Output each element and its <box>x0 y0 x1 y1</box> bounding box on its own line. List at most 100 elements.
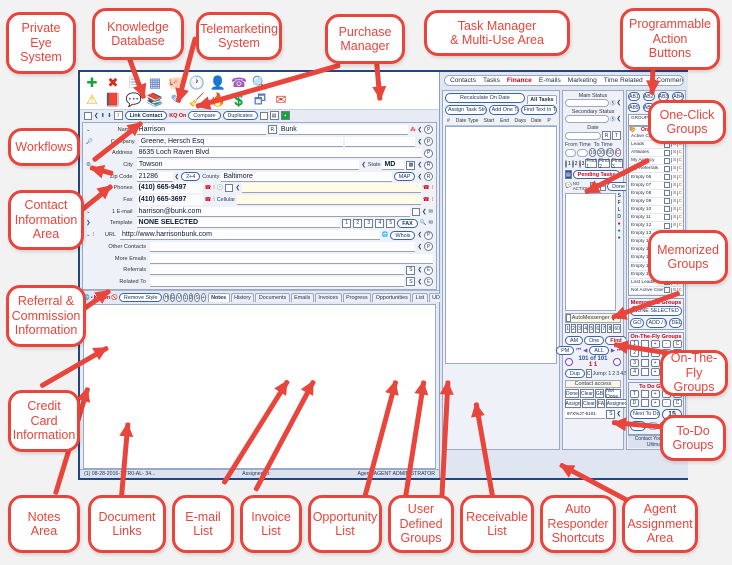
down-arrow-icon[interactable]: ⬇ <box>107 113 112 119</box>
dot-green[interactable]: ● <box>618 228 621 234</box>
group-c-button[interactable]: C <box>677 223 683 229</box>
template-chevron-icon[interactable]: ❯ <box>86 220 91 226</box>
s-button-1[interactable]: S <box>406 265 416 275</box>
date-r-button[interactable]: R <box>602 131 611 140</box>
phone-icon-1[interactable]: ☎ <box>205 185 212 191</box>
ar-7[interactable]: 7 <box>601 324 607 333</box>
input-related-to[interactable] <box>150 276 405 287</box>
group-checkbox[interactable] <box>664 149 670 156</box>
time-60-button[interactable]: 60 <box>605 148 614 157</box>
group-c-button[interactable]: C <box>677 190 683 196</box>
tab-notes[interactable]: Notes <box>207 293 230 303</box>
group-row[interactable]: Empty 12 S C <box>629 222 683 231</box>
find-3-button[interactable]: Find 3 <box>610 158 623 170</box>
p-button-1[interactable]: P <box>424 125 434 135</box>
phone-icon-3[interactable]: ☎ <box>205 197 212 203</box>
r-button-1[interactable]: R <box>424 160 433 170</box>
action-button-ab5[interactable]: AB5 <box>628 103 640 112</box>
envelope-small-icon[interactable]: ✉ <box>428 209 433 215</box>
to-do-checkbox[interactable] <box>641 399 649 408</box>
tab-documents[interactable]: Documents <box>255 293 290 303</box>
otf-checkbox[interactable] <box>641 358 649 367</box>
dup-button[interactable]: Dup <box>565 369 585 378</box>
memorized-go-button[interactable]: GO <box>630 317 644 328</box>
dots-icon-2[interactable]: ⁞ <box>432 185 434 191</box>
fax-button[interactable]: FAX <box>397 218 418 228</box>
date-input[interactable] <box>565 131 601 140</box>
tpl-2[interactable]: 2 <box>353 218 363 228</box>
camera-icon[interactable]: ▦ <box>146 74 164 90</box>
tpl-1[interactable]: 1 <box>342 218 352 228</box>
group-row[interactable]: Empty 10 S C <box>629 205 683 214</box>
input-phone-1[interactable]: (410) 665-9497 <box>136 183 203 194</box>
notes-area[interactable] <box>83 304 436 469</box>
tab-history[interactable]: History <box>230 293 255 303</box>
expand-chevron-icon[interactable]: ⌄ <box>86 127 91 133</box>
dots-icon-4[interactable]: ⁞ <box>432 197 434 203</box>
otf-plus-button[interactable]: + <box>650 339 660 348</box>
prev-arrow-icon[interactable]: ❮ <box>94 113 99 119</box>
group-row[interactable]: Empty 07 S C <box>629 181 683 190</box>
add-one-task-button[interactable]: Add One Task <box>488 105 519 115</box>
otf-plus-button[interactable]: + <box>650 368 660 377</box>
phone-checkbox[interactable] <box>225 184 234 193</box>
side-letter-d[interactable]: D <box>617 214 621 220</box>
p-button-2[interactable]: P <box>424 137 433 147</box>
radio-2[interactable] <box>571 159 574 168</box>
to-do-c-button[interactable]: C <box>672 399 682 408</box>
email-checkbox[interactable] <box>411 207 420 216</box>
ar-60[interactable]: 60 <box>613 324 621 333</box>
map-button[interactable]: MAP <box>393 172 416 182</box>
multi-use-list[interactable] <box>565 193 617 311</box>
to-do-index[interactable]: D <box>630 399 640 408</box>
pm-button[interactable]: PM <box>556 346 575 355</box>
tab-emails[interactable]: Emails <box>290 293 314 303</box>
flag-icon[interactable]: ▩ <box>406 160 416 170</box>
e-button-2[interactable]: E <box>424 277 433 287</box>
first-record-icon[interactable]: ⏮ <box>576 347 581 354</box>
input-phone-2[interactable] <box>242 183 421 194</box>
ar-4[interactable]: 4 <box>583 324 589 333</box>
p-button-4[interactable]: P <box>424 230 433 240</box>
style-2-button[interactable]: 2 <box>188 293 194 303</box>
dots-icon-3[interactable]: ⁞ <box>213 197 215 203</box>
group-c-button[interactable]: C <box>677 174 683 180</box>
to-do-plus-button[interactable]: + <box>650 389 660 398</box>
duplicates-button[interactable]: Duplicates <box>222 111 258 121</box>
secondary-status-chev[interactable]: ❮ <box>616 116 621 122</box>
input-city[interactable]: Towson <box>136 160 360 170</box>
task-list[interactable] <box>445 126 557 364</box>
assign-task-strategy-button[interactable]: Assign Task Strategy <box>445 105 487 115</box>
input-zip-code[interactable]: 21286 <box>136 171 173 182</box>
otf-c-button[interactable]: C <box>672 339 682 348</box>
input-email[interactable]: harrison@bunk.com <box>136 206 410 217</box>
side-letter-f[interactable]: F <box>618 200 621 206</box>
kq-on-label[interactable]: KQ On <box>169 113 186 119</box>
book-icon[interactable]: 📕 <box>104 91 122 107</box>
tab-progress[interactable]: Progress <box>342 293 372 303</box>
main-status-input[interactable] <box>565 99 610 107</box>
e-button-1[interactable]: E <box>424 265 433 275</box>
group-c-button[interactable]: C <box>677 158 683 164</box>
access-done-button[interactable]: Done <box>565 389 579 398</box>
group-checkbox[interactable] <box>664 222 670 229</box>
all-tasks-tab[interactable]: All Tasks <box>526 94 557 104</box>
time-10-button[interactable]: 10 <box>588 148 597 157</box>
action-button-ab1[interactable]: AB1 <box>628 92 640 101</box>
all-button[interactable]: ALL <box>589 346 609 355</box>
chev-12[interactable]: ❮ <box>417 279 422 285</box>
group-c-button[interactable]: C <box>677 166 683 172</box>
time-c-button[interactable]: C <box>614 148 621 157</box>
nav-left-radio[interactable] <box>565 358 573 366</box>
dot-red[interactable]: ● <box>618 221 621 227</box>
chev-2[interactable]: ❮ <box>417 139 422 145</box>
recalculate-on-date-button[interactable]: Recalculate On Date <box>445 93 525 103</box>
chev-5[interactable]: ❮ <box>175 174 180 180</box>
radio-1[interactable] <box>565 159 567 168</box>
date-t-button[interactable]: T <box>612 131 621 140</box>
otf-checkbox[interactable] <box>641 368 649 377</box>
r-button-2[interactable]: R <box>424 172 433 182</box>
next-to-do-button[interactable]: Next To Do <box>630 409 660 420</box>
s-button-2[interactable]: S <box>406 277 416 287</box>
phone-icon-2[interactable]: ☎ <box>423 185 430 191</box>
